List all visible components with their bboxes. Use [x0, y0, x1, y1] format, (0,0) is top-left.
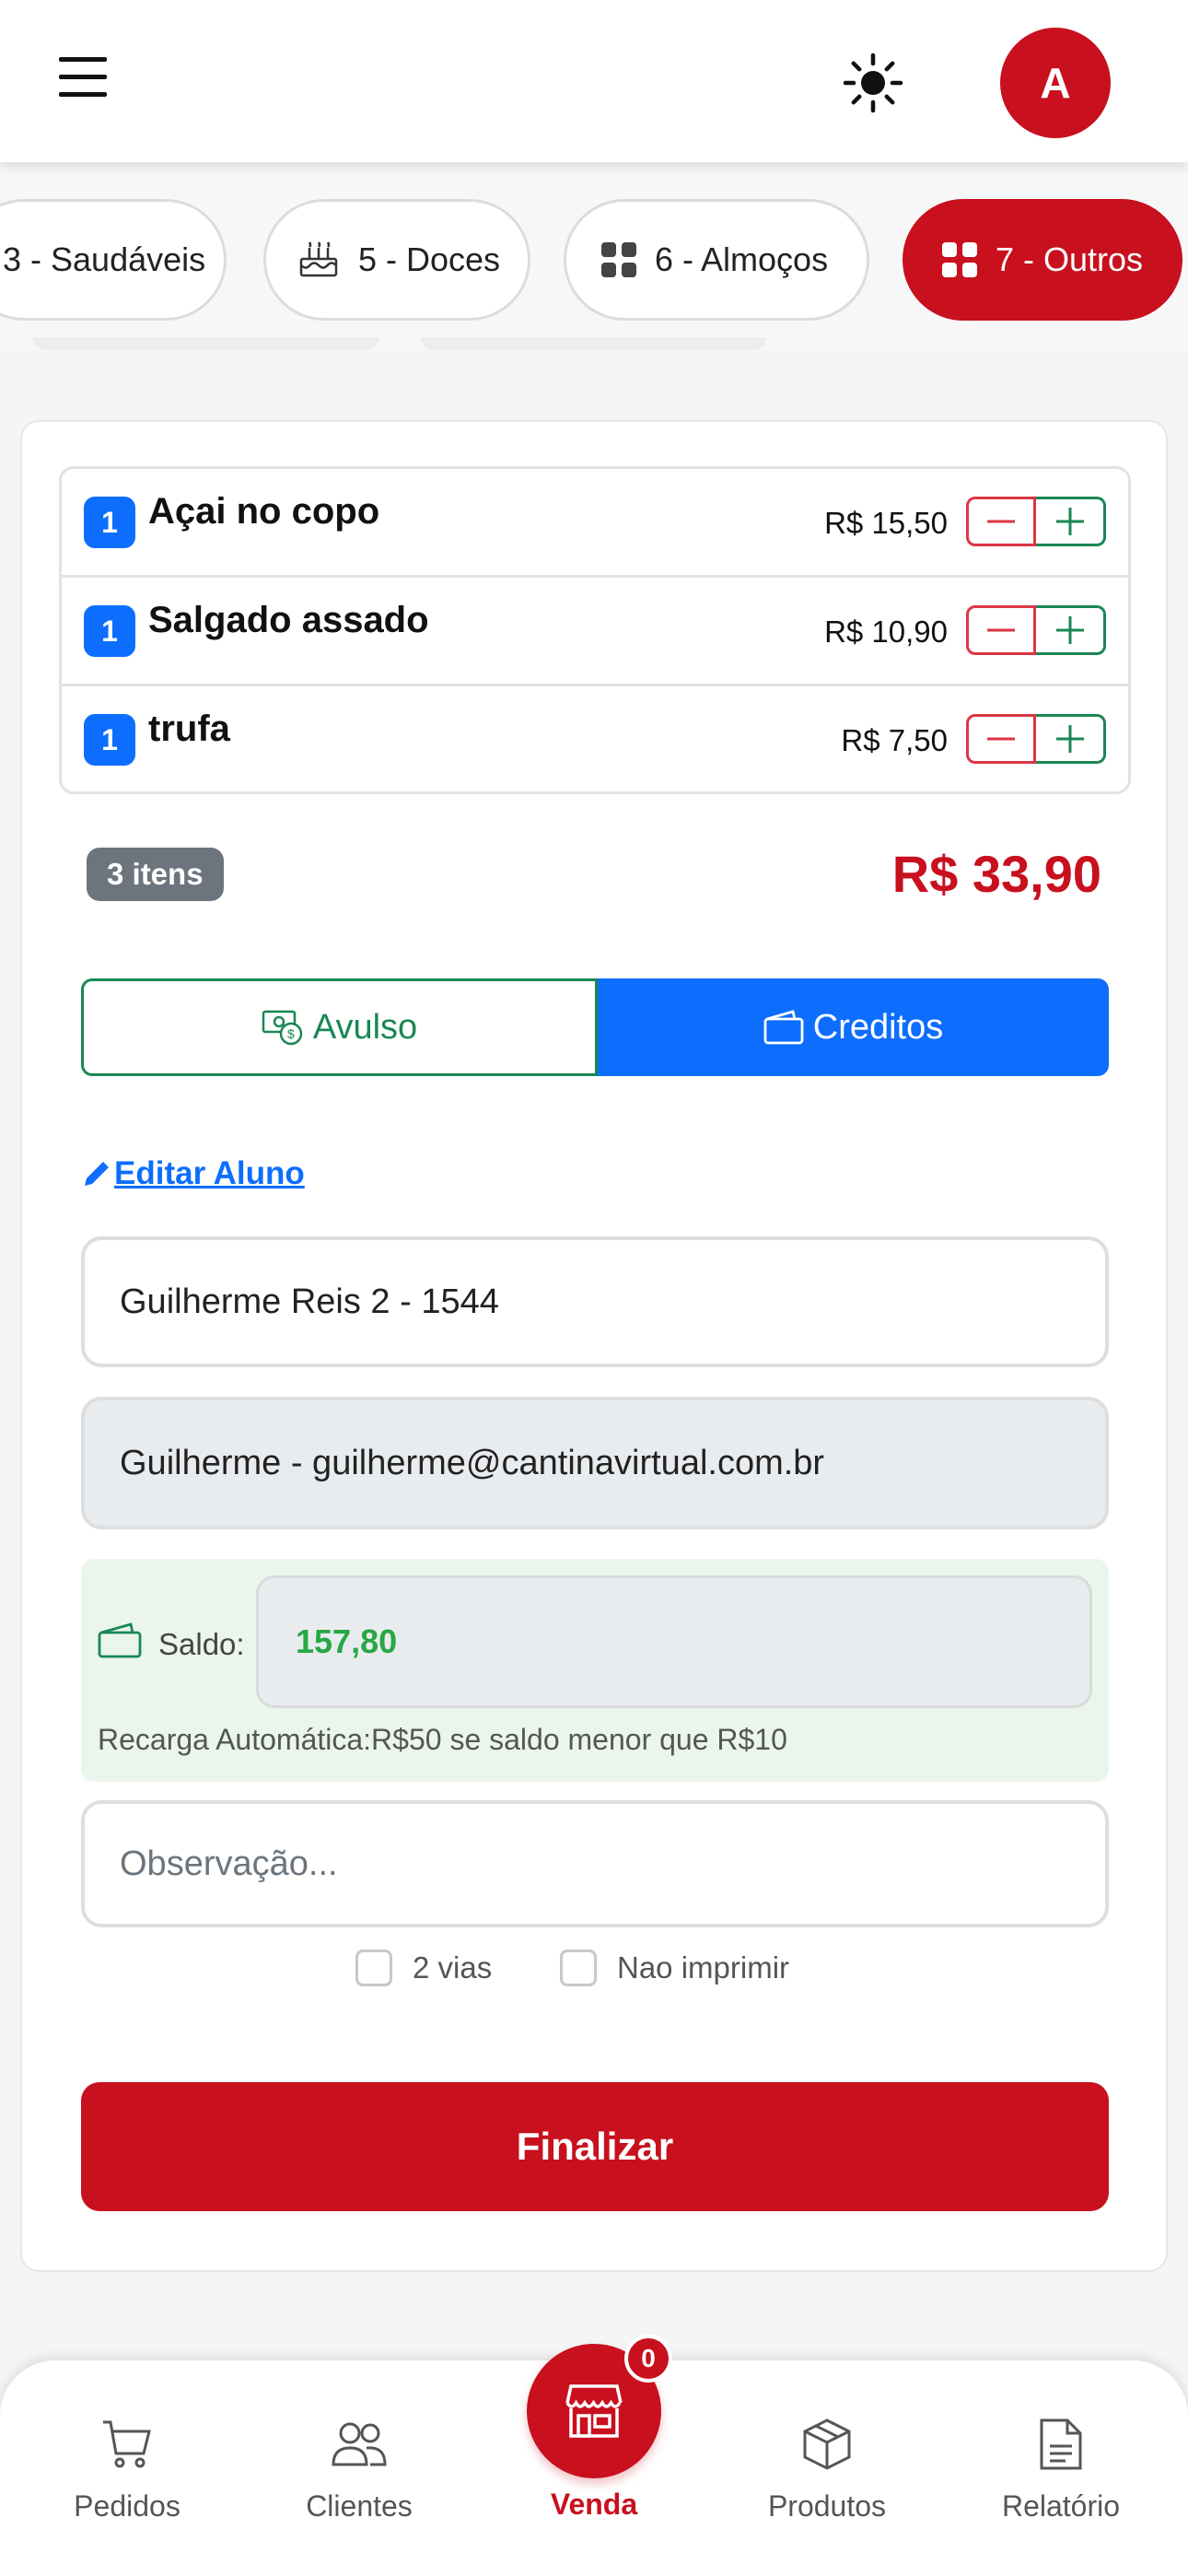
student-value: Guilherme Reis 2 - 1544	[120, 1282, 499, 1321]
wallet-icon	[763, 1010, 804, 1045]
nav-label: Produtos	[767, 2489, 887, 2523]
guardian-value: Guilherme - guilherme@cantinavirtual.com…	[120, 1443, 825, 1482]
scroll-shadow	[420, 337, 766, 350]
item-name: trufa	[148, 708, 230, 749]
item-name: Açai no copo	[148, 491, 380, 532]
store-icon	[565, 2384, 623, 2438]
guardian-field: Guilherme - guilherme@cantinavirtual.com…	[81, 1397, 1109, 1529]
payment-avulso-label: Avulso	[312, 1007, 418, 1047]
items-count-badge: 3 itens	[87, 848, 224, 901]
user-avatar[interactable]: A	[1000, 28, 1111, 138]
category-chip-doces[interactable]: 5 - Doces	[263, 199, 530, 321]
item-qty-badge: 1	[84, 714, 135, 766]
print-options: 2 vias Nao imprimir	[22, 1950, 1170, 1996]
balance-value: 157,80	[256, 1575, 1092, 1708]
item-qty-badge: 1	[84, 497, 135, 548]
nav-produtos[interactable]: Produtos	[735, 2412, 919, 2523]
svg-text:$: $	[287, 1026, 295, 1041]
sun-icon[interactable]	[842, 52, 904, 114]
no-print-checkbox[interactable]: Nao imprimir	[560, 1950, 789, 1986]
document-icon	[1038, 2412, 1084, 2476]
decrease-button[interactable]	[966, 605, 1036, 655]
finalize-button[interactable]: Finalizar	[81, 2082, 1109, 2211]
nav-label: Relatório	[1001, 2489, 1121, 2523]
nav-label: Clientes	[306, 2489, 413, 2523]
item-name: Salgado assado	[148, 600, 429, 640]
two-copies-label: 2 vias	[413, 1950, 493, 1985]
item-price: R$ 10,90	[824, 615, 948, 649]
payment-creditos-label: Creditos	[812, 1007, 944, 1047]
app-page: A 3 - Saudáveis 5 - Doces 6 - Almoços 7 …	[0, 0, 1188, 2576]
category-label: 5 - Doces	[358, 240, 501, 278]
item-price: R$ 15,50	[824, 506, 948, 540]
hamburger-icon[interactable]	[59, 57, 107, 98]
quantity-stepper	[966, 714, 1106, 764]
category-label: 7 - Outros	[996, 240, 1144, 278]
cart-icon	[99, 2412, 155, 2476]
cart-count-badge: 0	[624, 2335, 672, 2383]
decrease-button[interactable]	[966, 714, 1036, 764]
decrease-button[interactable]	[966, 497, 1036, 546]
grid-icon	[601, 242, 636, 277]
plus-icon	[1055, 616, 1084, 644]
checkbox-box	[560, 1950, 597, 1986]
increase-button[interactable]	[1036, 714, 1106, 764]
cash-icon: $	[262, 1008, 304, 1047]
order-total: R$ 33,90	[891, 845, 1101, 903]
observation-input[interactable]: Observação...	[81, 1800, 1109, 1927]
edit-student-link[interactable]: Editar Aluno	[81, 1155, 305, 1192]
category-chip-outros[interactable]: 7 - Outros	[903, 199, 1182, 321]
two-copies-checkbox[interactable]: 2 vias	[355, 1950, 492, 1986]
app-header: A	[0, 0, 1188, 162]
item-price: R$ 7,50	[841, 723, 948, 757]
payment-method-toggle: $ Avulso Creditos	[81, 978, 1109, 1076]
category-label: 6 - Almoços	[655, 240, 829, 278]
checkbox-box	[355, 1950, 392, 1986]
payment-creditos-button[interactable]: Creditos	[598, 978, 1109, 1076]
cart-item: 1 Salgado assado R$ 10,90	[62, 578, 1128, 686]
users-icon	[330, 2412, 389, 2476]
pencil-icon	[81, 1158, 112, 1189]
grid-icon	[942, 242, 977, 277]
no-print-label: Nao imprimir	[617, 1950, 790, 1985]
nav-label: Pedidos	[74, 2489, 181, 2523]
plus-icon	[1055, 725, 1084, 753]
box-icon	[799, 2412, 855, 2476]
cart-item: 1 Açai no copo R$ 15,50	[62, 469, 1128, 578]
wallet-icon	[98, 1622, 142, 1663]
auto-recharge-note: Recarga Automática:R$50 se saldo menor q…	[98, 1723, 787, 1756]
order-card: 1 Açai no copo R$ 15,50 1 Salgado assado…	[20, 420, 1168, 2272]
category-label: 3 - Saudáveis	[3, 240, 206, 278]
increase-button[interactable]	[1036, 497, 1106, 546]
quantity-stepper	[966, 497, 1106, 546]
item-qty-badge: 1	[84, 605, 135, 657]
plus-icon	[1055, 508, 1084, 535]
nav-relatorio[interactable]: Relatório	[969, 2412, 1153, 2523]
increase-button[interactable]	[1036, 605, 1106, 655]
payment-avulso-button[interactable]: $ Avulso	[81, 978, 598, 1076]
category-chip-saudaveis[interactable]: 3 - Saudáveis	[0, 199, 227, 321]
category-tabs: 3 - Saudáveis 5 - Doces 6 - Almoços 7 - …	[0, 162, 1188, 350]
nav-pedidos[interactable]: Pedidos	[35, 2412, 219, 2523]
edit-student-label: Editar Aluno	[114, 1155, 305, 1191]
balance-label: Saldo:	[158, 1627, 245, 1661]
quantity-stepper	[966, 605, 1106, 655]
minus-icon	[987, 628, 1015, 632]
nav-clientes[interactable]: Clientes	[267, 2412, 451, 2523]
scroll-shadow	[33, 337, 379, 350]
cake-icon	[297, 240, 340, 279]
student-field[interactable]: Guilherme Reis 2 - 1544	[81, 1236, 1109, 1367]
cart-items-list: 1 Açai no copo R$ 15,50 1 Salgado assado…	[59, 466, 1131, 794]
nav-venda-label[interactable]: Venda	[502, 2488, 686, 2522]
category-chip-almocos[interactable]: 6 - Almoços	[564, 199, 869, 321]
minus-icon	[987, 520, 1015, 523]
cart-item: 1 trufa R$ 7,50	[62, 686, 1128, 791]
minus-icon	[987, 737, 1015, 741]
balance-panel: Saldo: 157,80 Recarga Automática:R$50 se…	[81, 1559, 1109, 1782]
observation-placeholder: Observação...	[120, 1844, 338, 1883]
